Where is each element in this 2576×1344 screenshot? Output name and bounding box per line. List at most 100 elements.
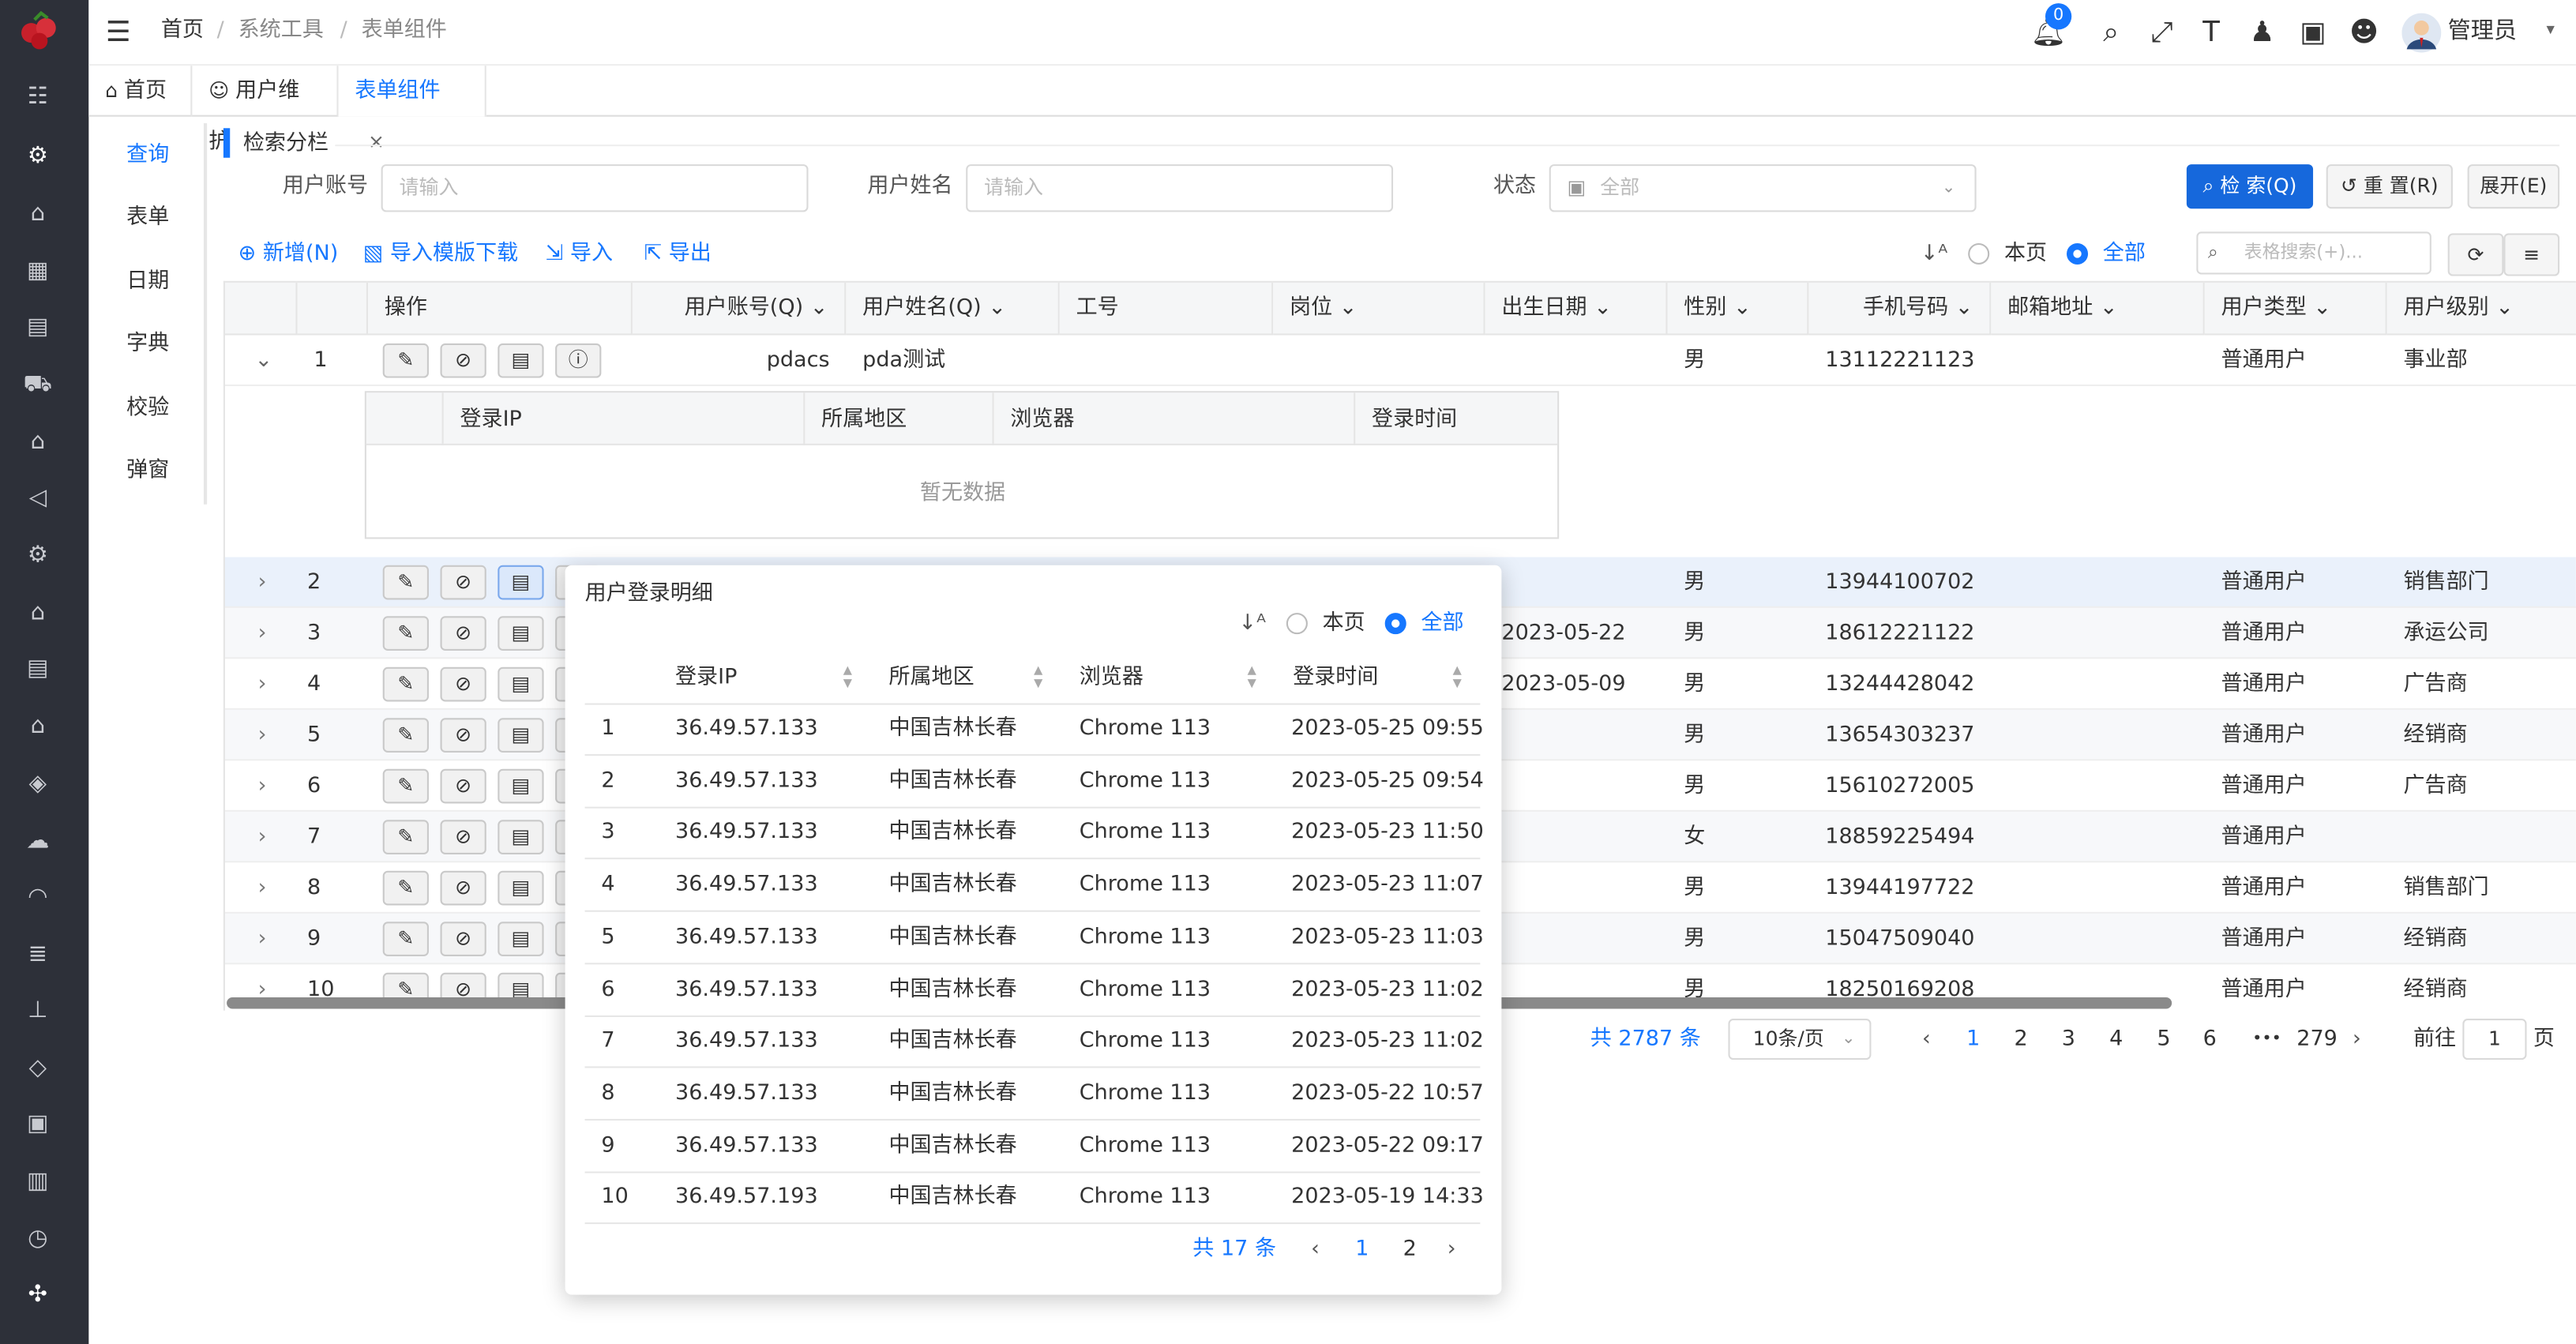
sort-icon[interactable]: ↓ᴬ [1239, 610, 1266, 639]
detail-button[interactable]: ▤ [498, 870, 544, 906]
edit-button[interactable]: ✎ [382, 718, 429, 753]
edit-button[interactable]: ✎ [382, 565, 429, 600]
truck-icon[interactable]: ⛟ [23, 370, 53, 399]
expand-chevron-icon[interactable]: › [242, 608, 283, 659]
submenu-item-form[interactable]: 表单 [88, 204, 207, 233]
expand-button[interactable]: 展开(E) [2467, 164, 2560, 209]
page-5[interactable]: 5 [2157, 1025, 2170, 1054]
template-download-button[interactable]: ▧ 导入模版下载 [363, 240, 518, 269]
tags-icon[interactable]: ◈ [23, 769, 52, 798]
collapse-chevron-icon[interactable]: ⌄ [238, 335, 289, 386]
expand-chevron-icon[interactable]: › [242, 557, 283, 608]
detail-button[interactable]: ▤ [498, 343, 544, 378]
breadcrumb-home[interactable]: 首页 [161, 17, 204, 46]
disable-button[interactable]: ⊘ [440, 666, 486, 702]
detail-button[interactable]: ▤ [498, 820, 544, 854]
expand-chevron-icon[interactable]: › [242, 812, 283, 863]
stamp-icon[interactable]: ⊥ [23, 996, 52, 1025]
sort-arrows-icon[interactable]: ▲ ▼ [1031, 664, 1045, 690]
submenu-item-query[interactable]: 查询 [88, 141, 207, 171]
close-icon[interactable]: × [368, 130, 385, 152]
users-icon[interactable]: ☻ [2348, 17, 2381, 50]
menu-toggle-icon[interactable]: ☰ [102, 17, 135, 50]
sort-arrows-icon[interactable]: ▲ ▼ [1245, 664, 1259, 690]
expand-chevron-icon[interactable]: › [242, 760, 283, 812]
edit-button[interactable]: ✎ [382, 820, 429, 854]
popup-scope-all-radio[interactable] [1384, 613, 1406, 635]
document-icon[interactable]: ▤ [23, 312, 52, 341]
popup-col-region[interactable]: 所属地区 [888, 654, 974, 703]
warehouse-icon[interactable]: ⌂ [23, 598, 52, 627]
tag-icon[interactable]: ◇ [23, 1053, 52, 1083]
disable-button[interactable]: ⊘ [440, 768, 486, 804]
avatar[interactable] [2401, 13, 2442, 53]
disable-button[interactable]: ⊘ [440, 565, 486, 600]
page-1[interactable]: 1 [1966, 1025, 1980, 1054]
list-icon[interactable]: ☷ [23, 82, 52, 111]
scope-all-radio[interactable] [2067, 242, 2089, 265]
clock-icon[interactable]: ◷ [23, 1224, 52, 1253]
expand-chevron-icon[interactable]: › [242, 914, 283, 965]
expand-chevron-icon[interactable]: › [242, 862, 283, 914]
search-button[interactable]: ⌕ 检 索(Q) [2186, 164, 2314, 209]
submenu-item-dict[interactable]: 字典 [88, 330, 207, 359]
home-settings-icon[interactable]: ⌂ [23, 199, 52, 228]
disable-button[interactable]: ⊘ [440, 820, 486, 854]
tab-form-components[interactable]: 表单组件 × [338, 66, 486, 153]
edit-button[interactable]: ✎ [382, 616, 429, 651]
theme-shirt-icon[interactable]: ♟ [2246, 17, 2279, 50]
cloud-icon[interactable]: ☁ [23, 827, 52, 856]
popup-col-ip[interactable]: 登录IP [675, 654, 737, 703]
page-size-select[interactable]: 10条/页 ⌄ [1728, 1019, 1872, 1061]
expand-chevron-icon[interactable]: › [242, 710, 283, 761]
edit-button[interactable]: ✎ [382, 343, 429, 378]
submenu-item-validate[interactable]: 校验 [88, 394, 207, 423]
prev-page-icon[interactable]: ‹ [1922, 1025, 1931, 1054]
goto-page-input[interactable]: 1 [2462, 1019, 2527, 1061]
disable-button[interactable]: ⊘ [440, 343, 486, 378]
detail-button[interactable]: ▤ [498, 565, 544, 600]
account-input[interactable]: 请输入 [381, 164, 809, 212]
detail-button[interactable]: ▤ [498, 666, 544, 702]
import-button[interactable]: ⇲ 导入 [546, 240, 613, 269]
font-size-icon[interactable]: T [2195, 17, 2228, 50]
cog-box-icon[interactable]: ⚙ [23, 541, 52, 570]
detail-button[interactable]: ▤ [498, 768, 544, 804]
column-header-gender[interactable]: 性别 ⌄ [1667, 282, 1809, 336]
reset-button[interactable]: ↺ 重 置(R) [2326, 164, 2453, 209]
fullscreen-icon[interactable]: ⤢ [2146, 17, 2179, 50]
refresh-button[interactable]: ⟳ [2447, 233, 2504, 276]
store-icon[interactable]: ⌂ [23, 427, 52, 456]
add-button[interactable]: ⊕ 新增(N) [238, 240, 339, 269]
column-header-post[interactable]: 岗位 ⌄ [1273, 282, 1485, 336]
popup-table-row[interactable]: 5 36.49.57.133 中国吉林长春 Chrome 113 2023-05-23 … [584, 911, 1484, 964]
translate-icon[interactable]: ▣ [2296, 17, 2330, 50]
page-6[interactable]: 6 [2203, 1025, 2217, 1054]
edit-button[interactable]: ✎ [382, 922, 429, 956]
status-select[interactable]: ▣ 全部 ⌄ [1549, 164, 1977, 212]
page-ellipsis[interactable]: ••• [2252, 1025, 2281, 1054]
detail-button[interactable]: ▤ [498, 922, 544, 956]
dashboard-icon[interactable]: ◠ [23, 882, 52, 911]
gift-icon[interactable]: ▣ [23, 1109, 52, 1138]
calendar-icon[interactable]: ▦ [23, 257, 52, 286]
next-page-icon[interactable]: › [2353, 1025, 2361, 1054]
popup-table-row[interactable]: 9 36.49.57.133 中国吉林长春 Chrome 113 2023-05-22 … [584, 1120, 1484, 1173]
disable-button[interactable]: ⊘ [440, 922, 486, 956]
disable-button[interactable]: ⊘ [440, 718, 486, 753]
detail-button[interactable]: ▤ [498, 616, 544, 651]
edit-button[interactable]: ✎ [382, 768, 429, 804]
breadcrumb-system-tools[interactable]: 系统工具 [238, 17, 324, 46]
edit-button[interactable]: ✎ [382, 870, 429, 906]
submenu-item-dialog[interactable]: 弹窗 [88, 456, 207, 486]
info-button[interactable]: ⓘ [555, 343, 602, 378]
popup-col-time[interactable]: 登录时间 [1293, 654, 1378, 703]
user-name[interactable]: 管理员 [2448, 17, 2517, 46]
scope-page-radio[interactable] [1968, 242, 1990, 265]
sort-arrows-icon[interactable]: ▲ ▼ [1451, 664, 1464, 690]
popup-table-row[interactable]: 7 36.49.57.133 中国吉林长春 Chrome 113 2023-05-23 … [584, 1016, 1484, 1068]
disable-button[interactable]: ⊘ [440, 870, 486, 906]
sort-icon[interactable]: ↓ᴬ [1921, 240, 1947, 269]
popup-page-1[interactable]: 1 [1355, 1236, 1369, 1265]
table-search-input[interactable]: ⌕ 表格搜索(+)... [2196, 231, 2431, 275]
